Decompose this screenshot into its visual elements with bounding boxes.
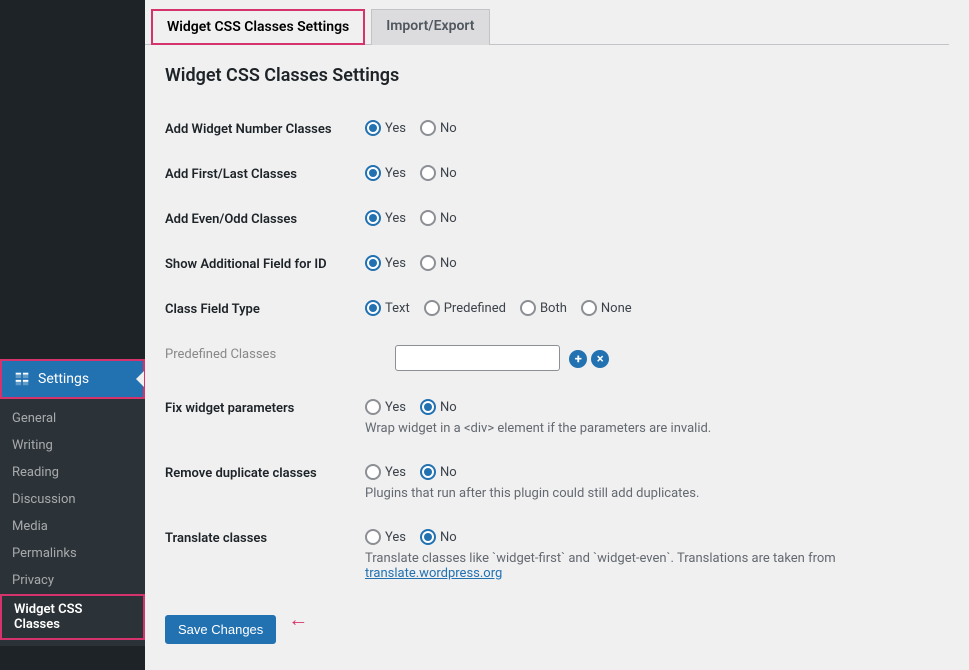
add-class-icon[interactable]: + xyxy=(569,350,587,368)
row-even-odd: Add Even/Odd Classes Yes No xyxy=(165,196,949,241)
submenu-item-permalinks[interactable]: Permalinks xyxy=(0,540,145,567)
radio-remove-dup-yes[interactable]: Yes xyxy=(365,464,406,480)
desc-remove-dup: Plugins that run after this plugin could… xyxy=(365,486,949,501)
field-predefined: + × xyxy=(365,345,949,371)
row-show-id: Show Additional Field for ID Yes No xyxy=(165,241,949,286)
radio-first-last-yes[interactable]: Yes xyxy=(365,165,406,181)
radio-class-type-both[interactable]: Both xyxy=(520,300,567,316)
tab-widget-settings[interactable]: Widget CSS Classes Settings xyxy=(151,9,365,45)
label-show-id: Show Additional Field for ID xyxy=(165,255,365,272)
radio-icon xyxy=(365,529,381,545)
translate-link[interactable]: translate.wordpress.org xyxy=(365,566,502,581)
field-show-id: Yes No xyxy=(365,255,949,271)
field-even-odd: Yes No xyxy=(365,210,949,226)
label-even-odd: Add Even/Odd Classes xyxy=(165,210,365,227)
save-row: Save Changes ← xyxy=(165,595,949,644)
radio-remove-dup-no[interactable]: No xyxy=(420,464,457,480)
radio-even-odd-no[interactable]: No xyxy=(420,210,457,226)
arrow-indicator-icon: ← xyxy=(288,607,308,632)
submenu-item-writing[interactable]: Writing xyxy=(0,432,145,459)
desc-fix-params: Wrap widget in a <div> element if the pa… xyxy=(365,421,949,436)
radio-icon xyxy=(420,399,436,415)
radio-class-type-predefined[interactable]: Predefined xyxy=(424,300,506,316)
radio-class-type-text[interactable]: Text xyxy=(365,300,410,316)
radio-icon xyxy=(365,399,381,415)
tab-wrapper: Widget CSS Classes Settings Import/Expor… xyxy=(145,0,949,45)
field-remove-dup: Yes No Plugins that run after this plugi… xyxy=(365,464,949,501)
radio-icon xyxy=(365,464,381,480)
radio-fix-params-no[interactable]: No xyxy=(420,399,457,415)
row-remove-dup: Remove duplicate classes Yes No Plugins … xyxy=(165,450,949,515)
row-translate: Translate classes Yes No Translate class… xyxy=(165,515,949,595)
row-predefined: Predefined Classes + × xyxy=(165,331,949,385)
settings-submenu: General Writing Reading Discussion Media… xyxy=(0,399,145,646)
page-title: Widget CSS Classes Settings xyxy=(165,65,949,86)
radio-icon xyxy=(420,255,436,271)
row-class-type: Class Field Type Text Predefined Both No… xyxy=(165,286,949,331)
radio-fix-params-yes[interactable]: Yes xyxy=(365,399,406,415)
settings-form: Add Widget Number Classes Yes No Add Fir… xyxy=(165,106,949,595)
radio-icon xyxy=(420,529,436,545)
radio-class-type-none[interactable]: None xyxy=(581,300,632,316)
label-first-last: Add First/Last Classes xyxy=(165,165,365,182)
radio-icon xyxy=(365,120,381,136)
submenu-item-reading[interactable]: Reading xyxy=(0,459,145,486)
radio-show-id-yes[interactable]: Yes xyxy=(365,255,406,271)
radio-icon xyxy=(420,210,436,226)
row-first-last: Add First/Last Classes Yes No xyxy=(165,151,949,196)
radio-icon xyxy=(420,165,436,181)
label-fix-params: Fix widget parameters xyxy=(165,399,365,416)
settings-body: Widget CSS Classes Settings Add Widget N… xyxy=(145,65,949,644)
settings-icon xyxy=(12,369,32,389)
radio-translate-yes[interactable]: Yes xyxy=(365,529,406,545)
radio-icon xyxy=(420,464,436,480)
label-class-type: Class Field Type xyxy=(165,300,365,317)
desc-translate: Translate classes like `widget-first` an… xyxy=(365,551,949,581)
radio-even-odd-yes[interactable]: Yes xyxy=(365,210,406,226)
field-fix-params: Yes No Wrap widget in a <div> element if… xyxy=(365,399,949,436)
radio-icon xyxy=(365,255,381,271)
submenu-item-widget-css[interactable]: Widget CSS Classes xyxy=(0,594,145,640)
radio-show-id-no[interactable]: No xyxy=(420,255,457,271)
content-area: Widget CSS Classes Settings Import/Expor… xyxy=(145,0,969,670)
submenu-item-discussion[interactable]: Discussion xyxy=(0,486,145,513)
save-button[interactable]: Save Changes xyxy=(165,615,276,644)
submenu-item-general[interactable]: General xyxy=(0,405,145,432)
radio-icon xyxy=(365,165,381,181)
radio-first-last-no[interactable]: No xyxy=(420,165,457,181)
submenu-item-media[interactable]: Media xyxy=(0,513,145,540)
radio-icon xyxy=(365,300,381,316)
submenu-item-privacy[interactable]: Privacy xyxy=(0,567,145,594)
remove-class-icon[interactable]: × xyxy=(591,350,609,368)
admin-sidebar: Settings General Writing Reading Discuss… xyxy=(0,0,145,670)
radio-icon xyxy=(581,300,597,316)
radio-translate-no[interactable]: No xyxy=(420,529,457,545)
radio-icon xyxy=(365,210,381,226)
row-fix-params: Fix widget parameters Yes No Wrap widget… xyxy=(165,385,949,450)
radio-icon xyxy=(520,300,536,316)
predefined-class-input[interactable] xyxy=(395,345,560,371)
field-class-type: Text Predefined Both None xyxy=(365,300,949,316)
radio-icon xyxy=(424,300,440,316)
radio-add-number-no[interactable]: No xyxy=(420,120,457,136)
radio-add-number-yes[interactable]: Yes xyxy=(365,120,406,136)
radio-icon xyxy=(420,120,436,136)
label-predefined: Predefined Classes xyxy=(165,345,365,362)
label-translate: Translate classes xyxy=(165,529,365,546)
field-translate: Yes No Translate classes like `widget-fi… xyxy=(365,529,949,581)
row-add-number: Add Widget Number Classes Yes No xyxy=(165,106,949,151)
tab-import-export[interactable]: Import/Export xyxy=(371,9,489,45)
menu-item-settings[interactable]: Settings xyxy=(0,359,145,399)
menu-item-label: Settings xyxy=(38,371,89,387)
field-add-number: Yes No xyxy=(365,120,949,136)
label-add-number: Add Widget Number Classes xyxy=(165,120,365,137)
label-remove-dup: Remove duplicate classes xyxy=(165,464,365,481)
field-first-last: Yes No xyxy=(365,165,949,181)
sidebar-spacer xyxy=(0,0,145,359)
